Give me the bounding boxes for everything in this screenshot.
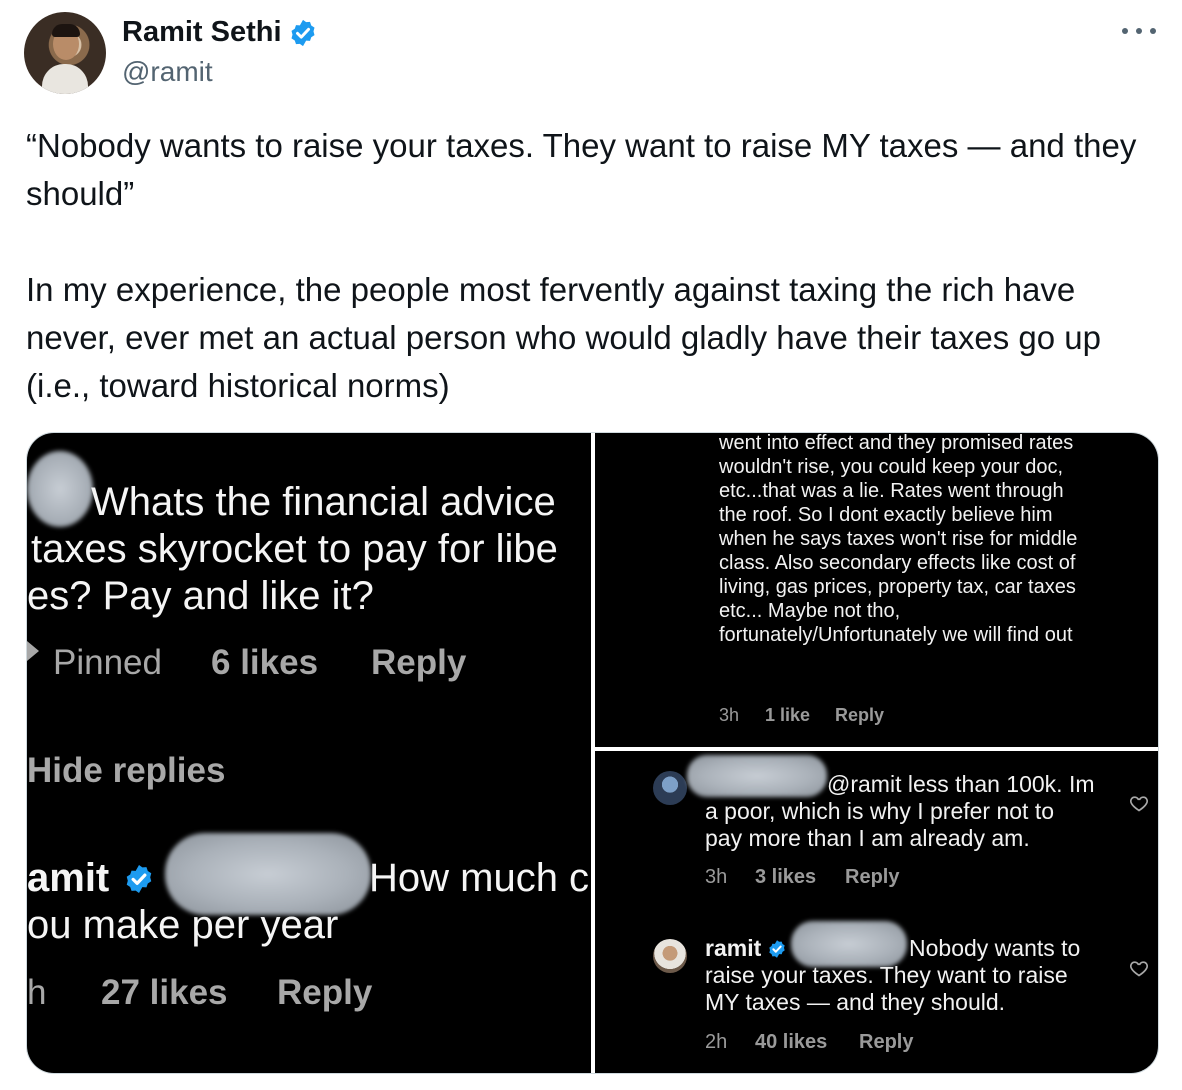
- like-heart-icon[interactable]: [1129, 793, 1149, 813]
- verified-badge-icon: [291, 19, 315, 46]
- comment2-time: 2h: [705, 1031, 728, 1053]
- reply-username-text: amit: [27, 856, 110, 900]
- author-handle[interactable]: @ramit: [122, 56, 213, 88]
- comment2-first-line: Nobody wants to: [909, 935, 1081, 961]
- media-image-bottom-right[interactable]: @ramit less than 100k. Im a poor, which …: [595, 751, 1158, 1073]
- reply-username[interactable]: amit: [27, 855, 109, 902]
- comment-line-1: Whats the financial advice: [91, 480, 556, 524]
- media-image-left[interactable]: Whats the financial advice taxes skyrock…: [27, 433, 591, 1073]
- comment-text: went into effect and they promised rates…: [719, 433, 1078, 646]
- tweet-quote: “Nobody wants to raise your taxes. They …: [26, 127, 1137, 212]
- comment1-time: 3h: [705, 866, 728, 888]
- comment1-first-line: @ramit less than 100k. Im: [827, 771, 1095, 797]
- comment-reply-button[interactable]: Reply: [835, 705, 884, 726]
- reply-text-line-2: ou make per year: [27, 903, 339, 947]
- reply-reply-button[interactable]: Reply: [277, 973, 372, 1013]
- verified-badge-icon: [126, 865, 152, 893]
- comment-line-2: taxes skyrocket to pay for libe: [31, 527, 558, 571]
- comment-line-3: es? Pay and like it?: [27, 574, 374, 618]
- like-heart-icon[interactable]: [1129, 958, 1149, 978]
- redacted-username: [687, 755, 827, 797]
- tweet-text: “Nobody wants to raise your taxes. They …: [26, 122, 1166, 410]
- author-name-text[interactable]: Ramit Sethi: [122, 16, 282, 49]
- comment2-likes[interactable]: 40 likes: [755, 1031, 827, 1054]
- hide-replies-label: Hide replies: [27, 751, 226, 790]
- likes-count[interactable]: 6 likes: [211, 643, 318, 683]
- reply-time: h: [27, 973, 47, 1012]
- tweet-body: In my experience, the people most ferven…: [26, 271, 1101, 404]
- author-avatar[interactable]: [24, 12, 106, 94]
- reply-button[interactable]: Reply: [371, 643, 466, 683]
- more-options-icon[interactable]: [1122, 18, 1156, 44]
- pinned-label: Pinned: [53, 643, 162, 682]
- author-name[interactable]: Ramit Sethi: [122, 16, 318, 49]
- comment-time: 3h: [719, 705, 740, 725]
- comment1-reply-button[interactable]: Reply: [845, 866, 899, 889]
- media-image-top-right[interactable]: went into effect and they promised rates…: [595, 433, 1158, 747]
- comment2-rest: raise your taxes. They want to raise MY …: [705, 962, 1068, 1015]
- redacted-mention: [791, 921, 907, 967]
- commenter-avatar[interactable]: [653, 771, 687, 805]
- reply-likes[interactable]: 27 likes: [101, 973, 228, 1013]
- redacted-avatar: [27, 451, 93, 527]
- comment1-rest: a poor, which is why I prefer not to pay…: [705, 798, 1055, 851]
- comment2-username[interactable]: ramit: [705, 935, 761, 962]
- comment1-likes[interactable]: 3 likes: [755, 866, 816, 889]
- comment2-reply-button[interactable]: Reply: [859, 1031, 913, 1054]
- ramit-avatar[interactable]: [653, 939, 687, 973]
- reply-text-line-1: How much c: [369, 856, 590, 900]
- pin-icon: [27, 641, 39, 661]
- verified-badge-icon: [769, 940, 785, 958]
- media-grid[interactable]: Whats the financial advice taxes skyrock…: [26, 432, 1159, 1074]
- comment-likes[interactable]: 1 like: [765, 705, 810, 726]
- hide-replies-button[interactable]: HHide replies: [27, 751, 225, 791]
